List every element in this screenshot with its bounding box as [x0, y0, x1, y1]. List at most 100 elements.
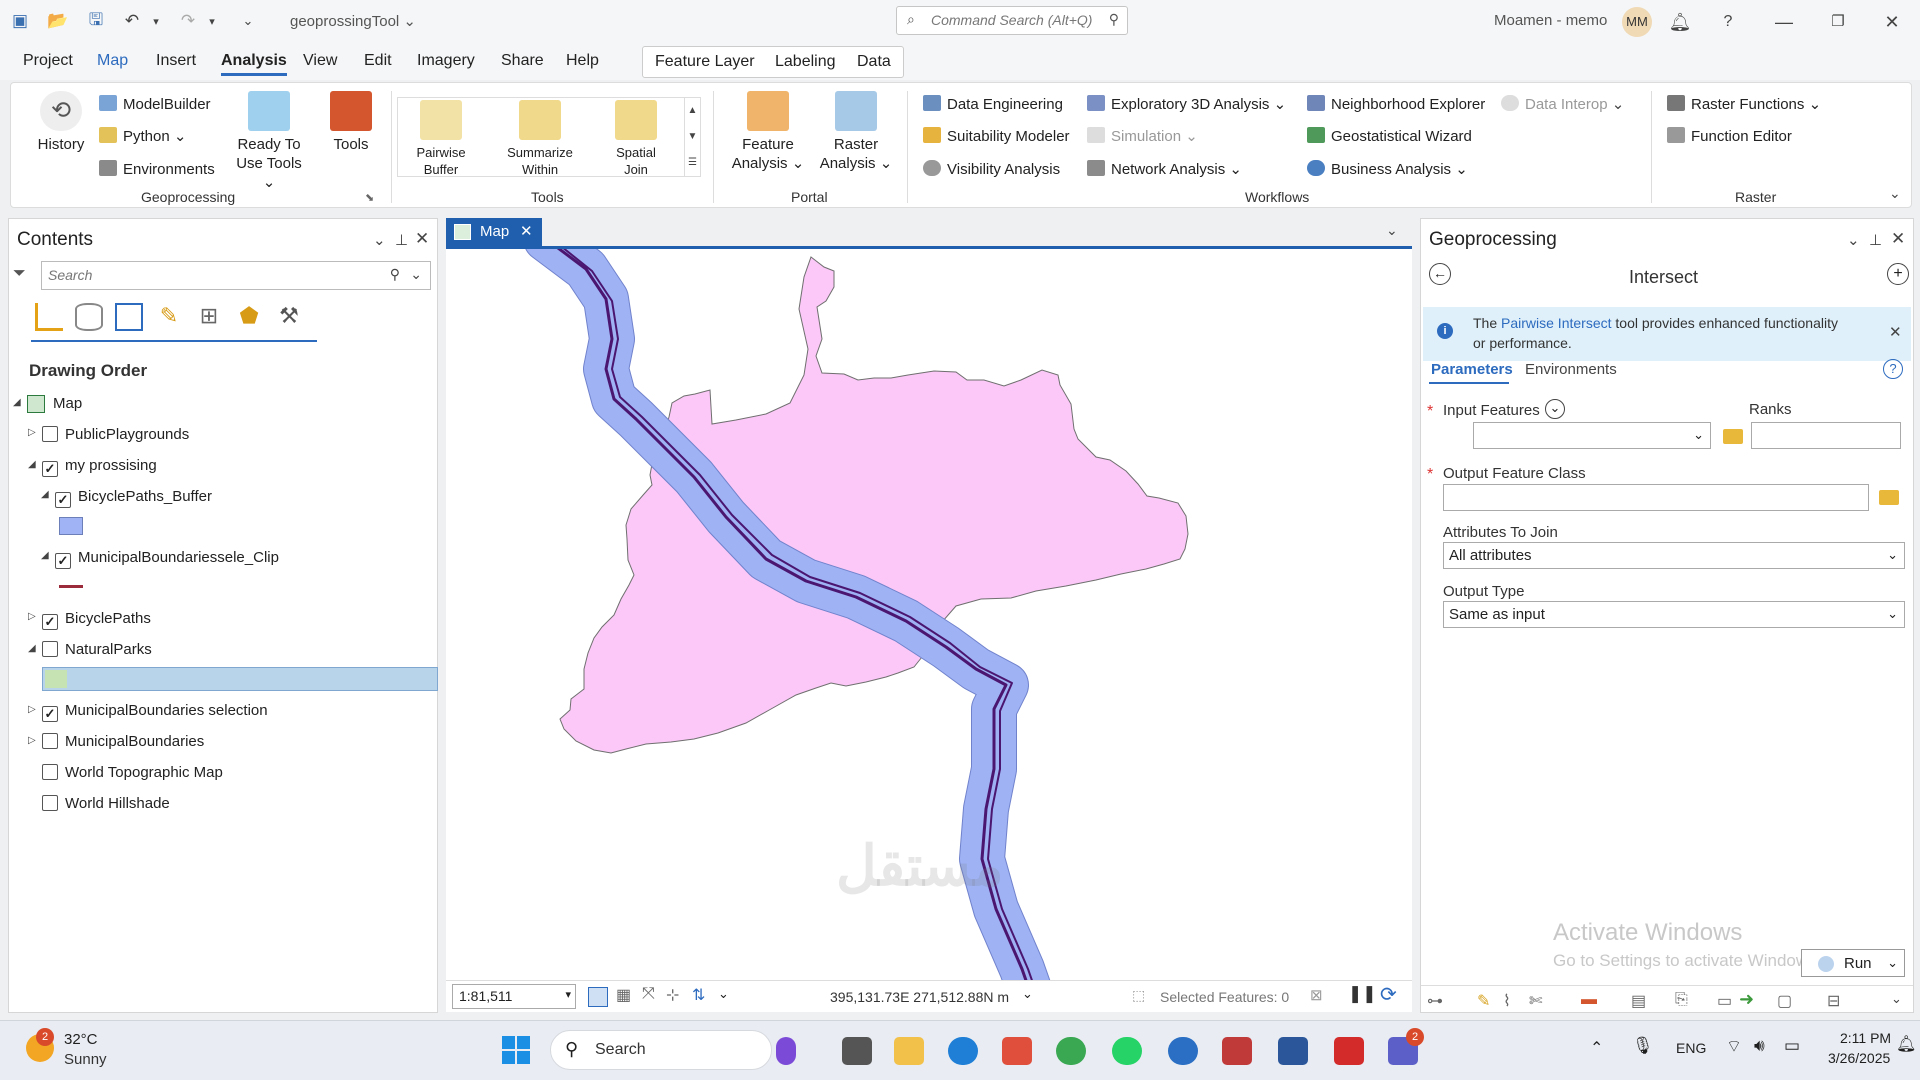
- business-analysis-button[interactable]: Business Analysis ⌄: [1307, 160, 1468, 178]
- layer-checkbox[interactable]: [42, 733, 58, 749]
- customize-toolbar-icon[interactable]: ⌄: [236, 9, 260, 33]
- undo-icon[interactable]: ↶: [120, 9, 144, 33]
- expand-triangle-icon[interactable]: ▷: [28, 611, 36, 622]
- filter-icon[interactable]: ⏷: [13, 265, 26, 283]
- avatar[interactable]: MM: [1622, 7, 1652, 37]
- menu-imagery[interactable]: Imagery: [417, 52, 475, 70]
- layer-checkbox[interactable]: ✓: [42, 614, 58, 630]
- clock-time[interactable]: 2:11 PM: [1840, 1030, 1891, 1046]
- symbology-tab-icon[interactable]: ✎: [1477, 991, 1490, 1011]
- reports-tab-icon[interactable]: ▢: [1777, 991, 1792, 1011]
- word-icon[interactable]: [1278, 1037, 1308, 1065]
- list-by-snapping-icon[interactable]: ⊞: [195, 303, 223, 331]
- contents-search-input[interactable]: Search ⚲ ⌄: [41, 261, 431, 290]
- function-editor-button[interactable]: Function Editor: [1667, 127, 1792, 145]
- tables-tab-icon[interactable]: ⊟: [1827, 991, 1840, 1011]
- pane-options-icon[interactable]: ⌄: [373, 231, 386, 249]
- file-explorer-icon[interactable]: [894, 1037, 924, 1065]
- chrome-icon[interactable]: [1056, 1037, 1086, 1065]
- ready-to-use-tools-button[interactable]: Ready To Use Tools ⌄: [229, 91, 309, 192]
- menu-insert[interactable]: Insert: [156, 52, 196, 70]
- pairwise-intersect-link[interactable]: Pairwise Intersect: [1501, 315, 1611, 331]
- browse-folder-icon[interactable]: [1723, 429, 1743, 444]
- north-arrow-icon[interactable]: ⇅: [692, 985, 705, 1005]
- layout-tab-icon[interactable]: ▭: [1717, 991, 1732, 1011]
- layer-naturalparks[interactable]: NaturalParks: [42, 641, 152, 665]
- raster-functions-button[interactable]: Raster Functions ⌄: [1667, 95, 1821, 113]
- close-icon[interactable]: ✕: [1878, 8, 1906, 36]
- close-icon[interactable]: ✕: [1891, 229, 1905, 249]
- layer-checkbox[interactable]: ✓: [55, 492, 71, 508]
- close-icon[interactable]: ✕: [1889, 323, 1902, 341]
- weather-desc[interactable]: Sunny: [64, 1051, 107, 1068]
- modelbuilder-button[interactable]: ModelBuilder: [99, 95, 211, 113]
- visibility-analysis-button[interactable]: Visibility Analysis: [923, 160, 1060, 178]
- expand-input-icon[interactable]: ⌄: [1545, 399, 1565, 419]
- input-features-select[interactable]: ⌄: [1473, 422, 1711, 449]
- undo-dropdown-icon[interactable]: ▾: [144, 9, 168, 33]
- menu-help[interactable]: Help: [566, 52, 599, 70]
- attributes-to-join-select[interactable]: All attributes ⌄: [1443, 542, 1905, 569]
- layer-checkbox[interactable]: ✓: [42, 706, 58, 722]
- grid-icon[interactable]: ▦: [616, 985, 631, 1005]
- layer-bicyclepaths-buffer[interactable]: ✓ BicyclePaths_Buffer: [55, 488, 212, 512]
- coordinate-readout[interactable]: 395,131.73E 271,512.88N m: [830, 989, 1009, 1005]
- layer-world-hillshade[interactable]: World Hillshade: [42, 795, 170, 819]
- pause-drawing-icon[interactable]: ❚❚: [1348, 984, 1377, 1004]
- microphone-muted-icon[interactable]: 🎙︎: [1632, 1036, 1654, 1056]
- acrobat-icon[interactable]: [1334, 1037, 1364, 1065]
- taskbar-search-box[interactable]: ⚲ Search: [550, 1030, 772, 1070]
- suitability-modeler-button[interactable]: Suitability Modeler: [923, 127, 1070, 145]
- menu-map[interactable]: Map: [97, 52, 128, 70]
- catalog-tab-icon[interactable]: ⊶: [1427, 991, 1443, 1011]
- menu-share[interactable]: Share: [501, 52, 544, 70]
- project-title[interactable]: geoprossingTool ⌄: [290, 12, 416, 30]
- dialog-launcher-icon[interactable]: ⬊: [365, 191, 374, 204]
- ranks-input[interactable]: [1751, 422, 1901, 449]
- exploratory-3d-button[interactable]: Exploratory 3D Analysis ⌄: [1087, 95, 1286, 113]
- modify-features-tab-icon[interactable]: ✄: [1529, 991, 1542, 1011]
- spatial-join-button[interactable]: Spatial Join: [604, 100, 668, 178]
- list-by-data-source-icon[interactable]: [75, 303, 103, 331]
- map-view[interactable]: مستقل: [446, 246, 1412, 980]
- scale-select[interactable]: 1:81,511 ▾: [452, 984, 576, 1009]
- geoprocessing-tab-icon[interactable]: ▬: [1581, 991, 1597, 1009]
- battery-icon[interactable]: ▭: [1784, 1036, 1800, 1056]
- refresh-icon[interactable]: ⟳: [1380, 982, 1397, 1007]
- raster-analysis-button[interactable]: Raster Analysis ⌄: [817, 91, 895, 173]
- network-analysis-button[interactable]: Network Analysis ⌄: [1087, 160, 1242, 178]
- show-hidden-icons-icon[interactable]: ⌃: [1590, 1038, 1603, 1058]
- python-button[interactable]: Python ⌄: [99, 127, 186, 145]
- tab-data[interactable]: Data: [857, 53, 891, 71]
- output-type-select[interactable]: Same as input ⌄: [1443, 601, 1905, 628]
- snipping-tool-icon[interactable]: [1222, 1037, 1252, 1065]
- layer-municipalboundaries-selection[interactable]: ✓ MunicipalBoundaries selection: [42, 702, 268, 726]
- language-indicator[interactable]: ENG: [1676, 1040, 1706, 1056]
- tab-map[interactable]: Map ✕: [446, 218, 542, 246]
- task-view-icon[interactable]: [842, 1037, 872, 1065]
- layer-map[interactable]: Map: [27, 395, 82, 419]
- copilot-ribbon-icon[interactable]: [776, 1037, 796, 1065]
- list-by-selection-icon[interactable]: [115, 303, 143, 331]
- microsoft-store-icon[interactable]: [1002, 1037, 1032, 1065]
- arcgis-pro-icon[interactable]: [1168, 1037, 1198, 1065]
- layer-checkbox[interactable]: [42, 764, 58, 780]
- search-icon[interactable]: ⚲: [1109, 11, 1119, 28]
- data-engineering-button[interactable]: Data Engineering: [923, 95, 1063, 113]
- pin-icon[interactable]: ⊥: [395, 231, 408, 249]
- output-feature-class-input[interactable]: [1443, 484, 1869, 511]
- add-icon[interactable]: +: [1887, 263, 1909, 285]
- windows-start-icon[interactable]: [502, 1036, 530, 1064]
- close-icon[interactable]: ✕: [415, 229, 429, 249]
- list-by-editing-icon[interactable]: ✎: [155, 303, 183, 331]
- selected-features-count[interactable]: Selected Features: 0: [1160, 989, 1289, 1005]
- neighborhood-explorer-button[interactable]: Neighborhood Explorer: [1307, 95, 1497, 113]
- list-by-perspective-icon[interactable]: ⚒: [275, 303, 303, 331]
- help-button[interactable]: ?: [1714, 8, 1742, 36]
- expand-triangle-icon[interactable]: ◢: [28, 643, 36, 654]
- feature-analysis-button[interactable]: Feature Analysis ⌄: [729, 91, 807, 173]
- chevron-down-icon[interactable]: ⌄: [718, 986, 729, 1002]
- municipal-boundary-polygon[interactable]: [559, 256, 1189, 754]
- layer-publicplaygrounds[interactable]: PublicPlaygrounds: [42, 426, 189, 450]
- geostatistical-wizard-button[interactable]: Geostatistical Wizard: [1307, 127, 1472, 145]
